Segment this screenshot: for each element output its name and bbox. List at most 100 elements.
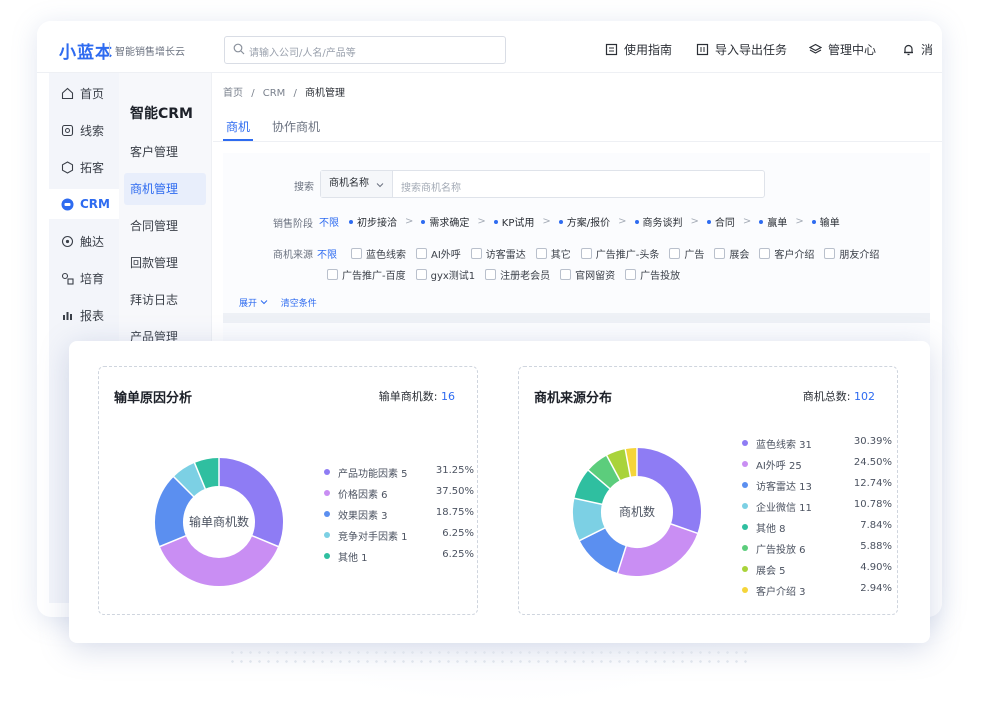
source-unlimited-option[interactable]: 不限 — [317, 246, 337, 261]
source-checkbox[interactable]: 广告投放 — [625, 267, 680, 282]
donut-slice[interactable] — [573, 498, 606, 541]
legend-item[interactable]: 价格因素 6 37.50% — [324, 486, 474, 501]
checkbox[interactable] — [485, 269, 497, 280]
legend-item[interactable]: 广告投放 6 5.88% — [742, 541, 892, 556]
nav-guide[interactable]: 使用指南 — [605, 41, 672, 58]
expand-link[interactable]: 展开 — [239, 299, 257, 309]
legend-label: 其他 1 — [338, 553, 368, 564]
submenu-item-payments[interactable]: 回款管理 — [124, 247, 206, 279]
donut-slice[interactable] — [194, 458, 220, 489]
home-icon — [61, 87, 74, 99]
source-checkbox[interactable]: 访客雷达 — [470, 246, 526, 261]
checkbox[interactable] — [415, 269, 427, 280]
breadcrumb-home[interactable]: 首页 — [223, 88, 243, 99]
stage-option[interactable]: KP试用 > — [493, 214, 559, 229]
loss-count-value: 16 — [441, 390, 455, 403]
donut-slice[interactable] — [579, 527, 627, 573]
submenu-item-contracts[interactable]: 合同管理 — [124, 210, 206, 242]
submenu-item-customers[interactable]: 客户管理 — [124, 136, 206, 168]
donut-slice[interactable] — [625, 448, 638, 477]
checkbox[interactable] — [535, 248, 547, 259]
donut-slice[interactable] — [159, 535, 279, 586]
legend-swatch — [742, 440, 748, 446]
checkbox[interactable] — [327, 269, 338, 280]
submenu-item-visit-logs[interactable]: 拜访日志 — [124, 284, 206, 316]
source-checkbox[interactable]: gyx测试1 — [415, 267, 475, 282]
source-checkbox[interactable]: AI外呼 — [416, 246, 461, 261]
checkbox[interactable] — [580, 248, 592, 259]
legend-item[interactable]: 客户介绍 3 2.94% — [742, 583, 892, 598]
checkbox[interactable] — [759, 248, 771, 259]
legend-item[interactable]: 企业微信 11 10.78% — [742, 499, 892, 514]
source-checkbox[interactable]: 朋友介绍 — [824, 246, 879, 261]
stage-option[interactable]: 合同 > — [706, 214, 759, 229]
legend-label: 访客雷达 13 — [756, 482, 812, 493]
sidebar-item-home[interactable]: 首页 — [49, 78, 119, 108]
source-checkbox[interactable]: 广告推广-百度 — [327, 267, 406, 282]
breadcrumb-crm[interactable]: CRM — [263, 88, 286, 99]
legend-item[interactable]: 展会 5 4.90% — [742, 562, 892, 577]
sidebar-item-leads[interactable]: 线索 — [49, 115, 119, 145]
stage-option[interactable]: 初步接洽 > — [349, 214, 421, 229]
sidebar-item-reach[interactable]: 触达 — [49, 226, 119, 256]
checkbox[interactable] — [714, 248, 726, 259]
nav-admin-center[interactable]: 管理中心 — [809, 41, 876, 58]
sidebar-item-crm[interactable]: CRM — [49, 189, 119, 219]
stage-unlimited-option[interactable]: 不限 — [319, 214, 339, 229]
checkbox[interactable] — [669, 248, 681, 259]
source-checkbox[interactable]: 官网留资 — [560, 267, 615, 282]
source-filter-row-2: 广告推广-百度 gyx测试1 注册老会员 官网留资 广告投放 — [327, 267, 927, 282]
checkbox[interactable] — [351, 248, 362, 259]
opportunity-search-input[interactable]: 搜索商机名称 — [401, 179, 461, 194]
sidebar-item-nurture[interactable]: 培育 — [49, 263, 119, 293]
checkbox[interactable] — [625, 269, 637, 280]
source-checkbox[interactable]: 广告 — [669, 246, 704, 261]
source-checkbox[interactable]: 客户介绍 — [759, 246, 814, 261]
checkbox[interactable] — [560, 269, 572, 280]
source-checkbox[interactable]: 蓝色线索 — [351, 246, 406, 261]
stage-option-label: 需求确定 — [429, 218, 470, 229]
breadcrumb: 首页 / CRM / 商机管理 — [223, 84, 345, 99]
legend-item[interactable]: 访客雷达 13 12.74% — [742, 478, 892, 493]
donut-slice[interactable] — [617, 523, 698, 576]
legend-swatch — [324, 532, 330, 538]
sidebar-item-prospect[interactable]: 拓客 — [49, 152, 119, 182]
checkbox[interactable] — [470, 248, 482, 259]
legend-item[interactable]: AI外呼 25 24.50% — [742, 457, 892, 472]
global-search-input[interactable]: 请输入公司/人名/产品等 — [224, 36, 506, 64]
donut-slice[interactable] — [218, 458, 283, 547]
stage-option[interactable]: 输单 — [811, 214, 840, 229]
checkbox[interactable] — [824, 248, 836, 259]
checkbox[interactable] — [416, 248, 427, 259]
stage-option[interactable]: 需求确定 > — [421, 214, 493, 229]
legend-item[interactable]: 蓝色线索 31 30.39% — [742, 436, 892, 451]
source-checkbox[interactable]: 广告推广-头条 — [580, 246, 659, 261]
source-checkbox[interactable]: 其它 — [535, 246, 571, 261]
tab-opportunities[interactable]: 商机 — [226, 118, 250, 135]
source-checkbox[interactable]: 注册老会员 — [485, 267, 550, 282]
stage-option[interactable]: 赢单 > — [759, 214, 811, 229]
stage-option[interactable]: 商务谈判 > — [634, 214, 707, 229]
donut-slice[interactable] — [588, 455, 621, 490]
sidebar-item-reports[interactable]: 报表 — [49, 300, 119, 330]
legend-item[interactable]: 其他 1 6.25% — [324, 549, 474, 564]
nav-import-export[interactable]: 导入导出任务 — [696, 41, 787, 58]
search-field-select[interactable]: 商机名称 — [321, 171, 393, 197]
tab-collab-opportunities[interactable]: 协作商机 — [272, 118, 320, 135]
submenu-item-opportunities[interactable]: 商机管理 — [124, 173, 206, 205]
donut-slice[interactable] — [173, 462, 206, 498]
donut-slice[interactable] — [606, 449, 631, 481]
clear-filters-link[interactable]: 清空条件 — [281, 299, 317, 309]
legend-item[interactable]: 产品功能因素 5 31.25% — [324, 465, 474, 480]
source-checkbox[interactable]: 展会 — [714, 246, 749, 261]
legend-item[interactable]: 竞争对手因素 1 6.25% — [324, 528, 474, 543]
legend-percent: 12.74% — [853, 478, 892, 489]
legend-item[interactable]: 其他 8 7.84% — [742, 520, 892, 535]
legend-percent: 6.25% — [442, 549, 474, 560]
nav-notifications[interactable]: 消 — [902, 41, 933, 58]
logo[interactable]: 小蓝本 — [59, 38, 113, 63]
legend-item[interactable]: 效果因素 3 18.75% — [324, 507, 474, 522]
stage-option[interactable]: 方案/报价 > — [558, 214, 635, 229]
donut-slice[interactable] — [155, 476, 195, 547]
donut-slice[interactable] — [574, 470, 611, 505]
